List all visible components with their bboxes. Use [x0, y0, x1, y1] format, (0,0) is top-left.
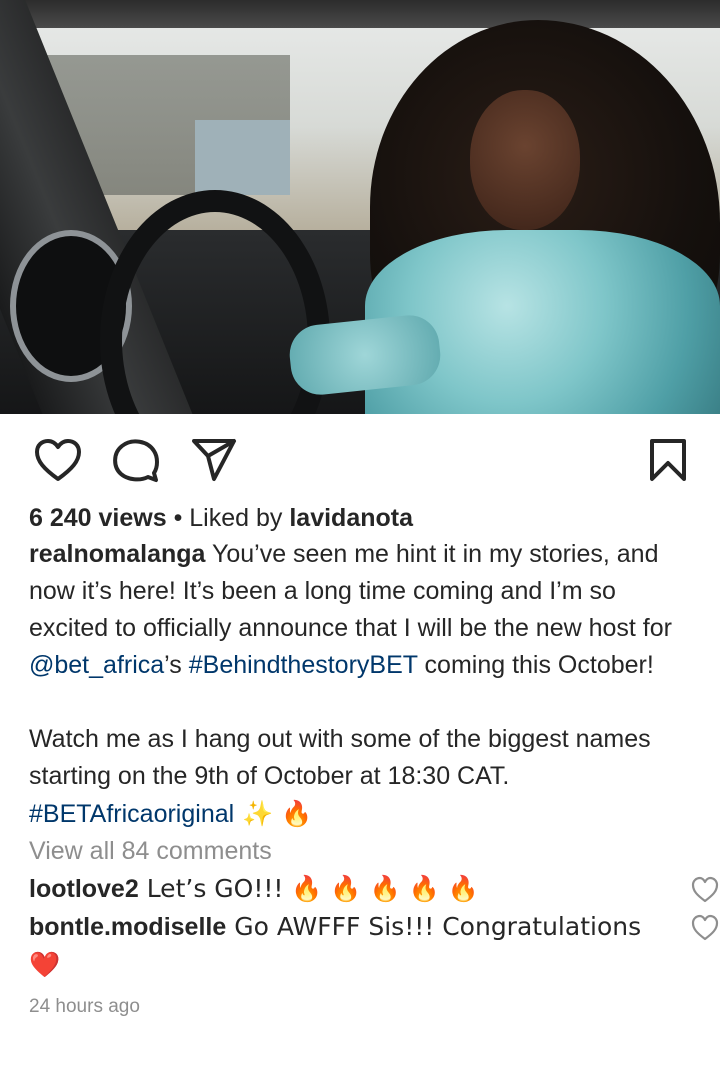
comment-username[interactable]: bontle.modiselle — [29, 913, 226, 941]
caption-emoji: ✨ 🔥 — [234, 799, 313, 828]
post-media[interactable] — [0, 0, 720, 414]
comment-button[interactable] — [108, 432, 164, 488]
media-car-roof — [0, 0, 720, 28]
views-count[interactable]: 6 240 views — [29, 504, 167, 532]
liked-by-username[interactable]: lavidanota — [289, 504, 413, 532]
caption-text-2: ’s — [164, 651, 189, 679]
heart-outline-icon — [35, 439, 81, 481]
share-button[interactable] — [186, 432, 242, 488]
views-line: 6 240 views • Liked by lavidanota — [29, 500, 699, 536]
liked-by-prefix: Liked by — [189, 504, 290, 532]
post-details: 6 240 views • Liked by lavidanota realno… — [29, 500, 719, 1022]
views-separator: • — [166, 504, 190, 532]
bookmark-icon — [650, 439, 686, 481]
comment-like-heart-icon[interactable] — [691, 914, 719, 942]
caption-hashtag-behindthestory[interactable]: #BehindthestoryBET — [189, 651, 418, 679]
like-button[interactable] — [30, 432, 86, 488]
action-bar — [0, 414, 720, 506]
comment-text: Let’s GO!!! 🔥 🔥 🔥 🔥 🔥 — [138, 874, 479, 903]
comment-item: lootlove2 Let’s GO!!! 🔥 🔥 🔥 🔥 🔥 — [29, 870, 719, 908]
save-button[interactable] — [640, 432, 696, 488]
comment-like-heart-icon[interactable] — [691, 876, 719, 904]
author-username[interactable]: realnomalanga — [29, 540, 205, 568]
caption-hashtag-betafricaoriginal[interactable]: #BETAfricaoriginal — [29, 800, 234, 828]
comment-item: bontle.modiselle Go AWFFF Sis!!! Congrat… — [29, 908, 719, 984]
post-caption: realnomalanga You’ve seen me hint it in … — [29, 536, 699, 833]
view-all-comments-link[interactable]: View all 84 comments — [29, 833, 699, 870]
comment-username[interactable]: lootlove2 — [29, 875, 139, 903]
media-face — [470, 90, 580, 230]
comment-bubble-icon — [113, 439, 159, 482]
paper-plane-icon — [192, 439, 236, 481]
media-building-mural — [195, 120, 290, 195]
caption-mention[interactable]: @bet_africa — [29, 651, 164, 679]
post-timestamp: 24 hours ago — [29, 996, 140, 1017]
